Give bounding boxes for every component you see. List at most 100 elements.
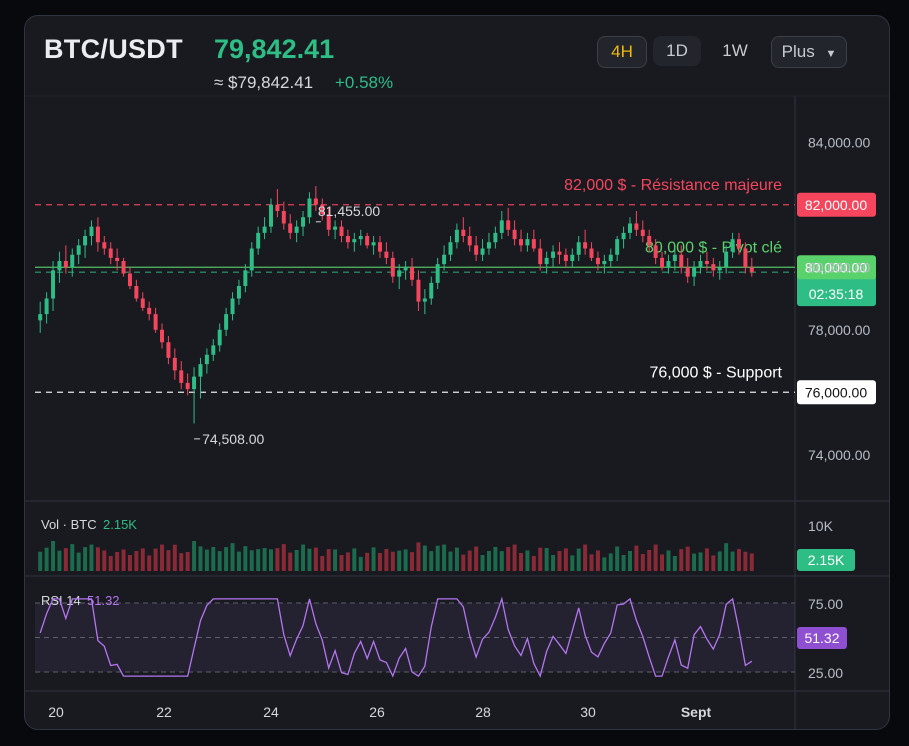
volume-bar [506, 547, 511, 571]
high-annotation: 81,455.00 [318, 203, 380, 219]
volume-bar [563, 548, 568, 571]
candle-body [384, 251, 389, 258]
volume-bar [589, 554, 594, 571]
candle-body [730, 239, 735, 252]
volume-bar [307, 548, 312, 571]
price-chart[interactable]: 82,000 $ - Résistance majeure82,000.0079… [25, 16, 889, 729]
volume-bar [320, 556, 325, 571]
volume-bar [51, 541, 56, 571]
x-tick-label: 30 [580, 704, 596, 720]
volume-bar [608, 553, 613, 571]
volume-bar [102, 550, 107, 571]
candle-body [692, 267, 697, 277]
volume-bar [685, 546, 690, 571]
volume-bar [365, 552, 370, 571]
candle-body [83, 236, 88, 246]
resistance-price-tag-label: 82,000.00 [805, 197, 867, 213]
rsi-tick-upper: 75.00 [808, 596, 843, 612]
volume-bar [429, 551, 434, 571]
candle-body [140, 298, 145, 308]
candle-body [454, 229, 459, 243]
rsi-label: RSI 14 [41, 593, 81, 608]
volume-bar [461, 554, 466, 571]
volume-bar [172, 544, 177, 571]
volume-bar [38, 551, 43, 571]
candle-body [743, 248, 748, 268]
candle-body [179, 370, 184, 383]
volume-bar [384, 549, 389, 571]
candle-body [217, 329, 222, 346]
volume-bar [326, 549, 331, 571]
volume-bar [44, 547, 49, 571]
y-tick-label: 78,000.00 [808, 322, 870, 338]
volume-bar [352, 548, 357, 571]
candle-body [365, 236, 370, 246]
candle-body [724, 251, 729, 268]
volume-bar [435, 545, 440, 571]
volume-bar [692, 553, 697, 571]
volume-bar [634, 545, 639, 571]
candle-body [679, 254, 684, 268]
candle-body [57, 261, 62, 271]
volume-bar [615, 546, 620, 571]
candle-body [102, 242, 107, 249]
volume-bar [89, 544, 94, 571]
candle-body [134, 286, 139, 299]
candle-body [493, 232, 498, 243]
volume-bar [358, 556, 363, 571]
volume-bar [288, 552, 293, 571]
volume-bar [243, 546, 248, 571]
candle-body [621, 232, 626, 240]
volume-bar [448, 551, 453, 571]
volume-bar [454, 547, 459, 571]
volume-bar [730, 551, 735, 571]
volume-bar [538, 547, 543, 571]
volume-bar [76, 552, 81, 571]
volume-bar [621, 555, 626, 571]
volume-bar [640, 554, 645, 571]
candle-body [307, 198, 312, 218]
candle-body [461, 229, 466, 236]
candle-body [127, 273, 132, 286]
resistance-annotation: 82,000 $ - Résistance majeure [564, 177, 782, 194]
volume-bar [166, 550, 171, 571]
volume-bar [57, 550, 62, 571]
volume-bar [185, 552, 190, 571]
volume-axis-tick: 10K [808, 518, 834, 534]
candle-body [44, 298, 49, 315]
volume-bar [198, 546, 203, 571]
candle-body [390, 257, 395, 277]
volume-bar [153, 548, 158, 571]
y-tick-label: 74,000.00 [808, 447, 870, 463]
volume-bar [236, 551, 241, 571]
volume-bar [724, 543, 729, 571]
volume-bar [410, 552, 415, 571]
volume-bar [474, 546, 479, 571]
candle-body [525, 239, 530, 246]
candle-body [615, 239, 620, 255]
candle-body [672, 254, 677, 261]
candle-body [640, 229, 645, 236]
volume-bar [486, 551, 491, 571]
volume-bar [397, 550, 402, 571]
volume-bar [525, 550, 530, 571]
candle-body [358, 236, 363, 240]
volume-bar [704, 548, 709, 571]
candle-body [422, 298, 427, 302]
candle-body [660, 257, 665, 268]
volume-bar [333, 549, 338, 571]
candle-body [608, 254, 613, 261]
candle-body [192, 376, 197, 390]
volume-bar [403, 549, 408, 571]
candle-body [486, 242, 491, 249]
volume-bar [63, 548, 68, 571]
candle-body [153, 314, 158, 330]
volume-bar [551, 555, 556, 571]
candle-body [51, 270, 56, 299]
candle-body [294, 226, 299, 233]
volume-bar [467, 550, 472, 571]
volume-bar [576, 548, 581, 571]
candle-body [76, 245, 81, 255]
candle-body [397, 270, 402, 277]
x-tick-label: 28 [475, 704, 491, 720]
